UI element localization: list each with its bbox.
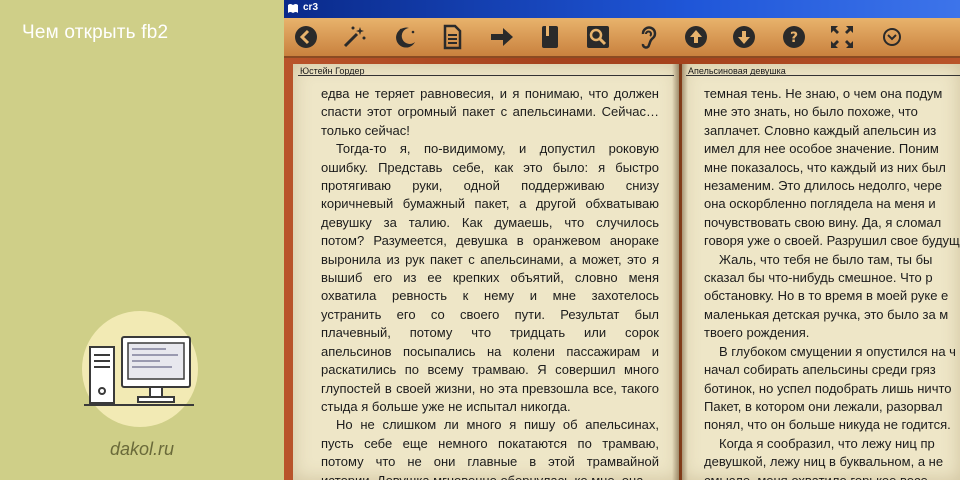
help-button[interactable]: ? bbox=[778, 21, 810, 53]
menu-button[interactable] bbox=[876, 21, 908, 53]
text-line: выронила из рук пакет с апельсинами, а м… bbox=[321, 251, 659, 267]
forward-arrow-icon bbox=[491, 28, 513, 46]
back-button[interactable] bbox=[290, 21, 322, 53]
text-line: ошибку. Представь себе, как это было: я … bbox=[321, 159, 659, 175]
computer-icon bbox=[84, 336, 194, 406]
text-line: Когда я сообразил, что лежу ниц пр bbox=[719, 435, 935, 451]
text-line: потом? Разумеется, девушка в оранжевом а… bbox=[321, 233, 659, 249]
scroll-up-button[interactable] bbox=[680, 21, 712, 53]
text-line: темная тень. Не знаю, о чем она подум bbox=[704, 86, 943, 101]
text-line: твоего рождения. bbox=[704, 325, 810, 341]
banner-panel: Чем открыть fb2 dakol.ru bbox=[0, 0, 284, 480]
fullscreen-button[interactable] bbox=[826, 21, 858, 53]
search-icon bbox=[587, 26, 609, 48]
fullscreen-icon bbox=[831, 26, 853, 48]
text-line: потому что не они главные в этой трамвай… bbox=[321, 454, 659, 470]
text-line: почувствовать свою вину. Да, я сломал bbox=[704, 214, 942, 230]
text-line: заплачет. Словно каждый апельсин из bbox=[704, 122, 937, 138]
text-line: Но не слишком ли много я пишу об апельси… bbox=[336, 417, 659, 433]
document-icon bbox=[443, 24, 462, 50]
magic-wand-icon bbox=[343, 26, 366, 48]
text-line: мне это знать, но было похоже, что bbox=[704, 104, 918, 120]
search-button[interactable] bbox=[582, 21, 614, 53]
text-line: Жаль, что тебя не было там, ты бы bbox=[719, 251, 933, 267]
svg-text:?: ? bbox=[790, 30, 798, 46]
text-line: стыда я больше уже не испытал никогда. bbox=[321, 398, 571, 414]
text-line: протягиваю руки, одной поддерживаю снизу bbox=[321, 178, 659, 194]
text-line: апельсинов посыпались на колени пассажир… bbox=[321, 343, 659, 359]
forward-button[interactable] bbox=[486, 21, 518, 53]
text-line: сказал бы что-нибудь смешное. Что р bbox=[704, 270, 933, 286]
banner-title: Чем открыть fb2 bbox=[22, 22, 169, 43]
menu-icon bbox=[883, 28, 901, 46]
text-line: Пакет, в котором они лежали, разорвал bbox=[704, 398, 943, 414]
text-line: едва не теряет равновесия, и я понимаю, … bbox=[321, 86, 659, 101]
text-line: плачевный, потому что тридцать или сорок bbox=[321, 325, 659, 341]
site-name: dakol.ru bbox=[109, 439, 175, 459]
text-line: пусть себе еще немного покатаются по тра… bbox=[321, 435, 659, 451]
text-line: глупостей в своей жизни, но эта превзошл… bbox=[321, 380, 659, 396]
text-line: ботинок, но успел подобрать лишь ничто bbox=[704, 380, 952, 396]
book-button[interactable] bbox=[534, 21, 566, 53]
text-line: только сейчас! bbox=[321, 122, 410, 138]
text-line: маленькая детская ручка, это было за м bbox=[704, 306, 949, 322]
down-icon bbox=[733, 26, 755, 48]
text-line: обстановку. Но в то время в моей руке е bbox=[704, 288, 949, 304]
text-line: незаменим. Это длилось недолго, чере bbox=[704, 178, 942, 194]
book-icon bbox=[542, 26, 558, 48]
help-icon: ? bbox=[783, 26, 805, 48]
text-line: понял, что он больше никуда не годится. bbox=[704, 417, 951, 433]
text-line: имел для нее особое значение. Поним bbox=[704, 141, 939, 157]
night-mode-icon bbox=[396, 27, 415, 48]
text-line: истории. Девушка мгновенно обернулась ко… bbox=[321, 472, 659, 480]
text-line: девушку за талию. Как думаешь, что случи… bbox=[321, 214, 659, 230]
computer-illustration bbox=[82, 311, 198, 427]
text-line: говоря уже о своей. Разрушил свое будущ bbox=[704, 233, 960, 249]
text-line: девушкой, лежу ниц в буквальном, а не bbox=[704, 454, 944, 470]
scroll-down-button[interactable] bbox=[728, 21, 760, 53]
app-window: cr3 ? Юстейн Гордер Апельсиновая девушка… bbox=[284, 0, 960, 480]
title-bar: cr3 bbox=[284, 0, 960, 18]
text-line: она оскорбленно поглядела на меня и bbox=[704, 196, 936, 212]
document-button[interactable] bbox=[436, 21, 468, 53]
text-line: мне показалось, что каждый из них был bbox=[704, 159, 946, 175]
right-page-text: темная тень. Не знаю, о чем она подум мне… bbox=[704, 85, 960, 480]
left-header-rule bbox=[298, 75, 674, 76]
left-page-text: едва не теряет равновесия, и я понимаю, … bbox=[321, 85, 659, 480]
right-header-rule bbox=[686, 75, 960, 76]
text-line: коричневый бумажный пакет, а другой обхв… bbox=[321, 196, 659, 212]
text-line: раскатились по всему трамваю. Я совершил… bbox=[321, 362, 659, 378]
hearing-button[interactable] bbox=[632, 21, 664, 53]
back-icon bbox=[295, 26, 317, 48]
book-spine bbox=[672, 64, 688, 480]
text-line: В глубоком смущении я опустился на ч bbox=[719, 343, 956, 359]
text-line: Тогда-то я, по-видимому, и допустил роко… bbox=[336, 141, 659, 157]
hearing-icon bbox=[641, 26, 657, 49]
text-line: начал собирать апельсины среди гряз bbox=[704, 362, 936, 378]
magic-wand-button[interactable] bbox=[338, 21, 370, 53]
text-line: охватила ревность к нему и мне захотелос… bbox=[321, 288, 659, 304]
toolbar: ? bbox=[284, 18, 960, 58]
text-line: устранить его со своего пути. Результат … bbox=[321, 306, 659, 322]
app-icon bbox=[288, 4, 298, 13]
up-icon bbox=[685, 26, 707, 48]
night-mode-button[interactable] bbox=[390, 21, 422, 53]
text-line: смысле, меня охватило горькое весе bbox=[704, 472, 960, 480]
text-line: вышиб его из ее крепких объятий, словно … bbox=[321, 270, 659, 286]
window-title: cr3 bbox=[303, 2, 319, 13]
text-line: спасти этот огромный пакет с апельсинами… bbox=[321, 104, 659, 120]
